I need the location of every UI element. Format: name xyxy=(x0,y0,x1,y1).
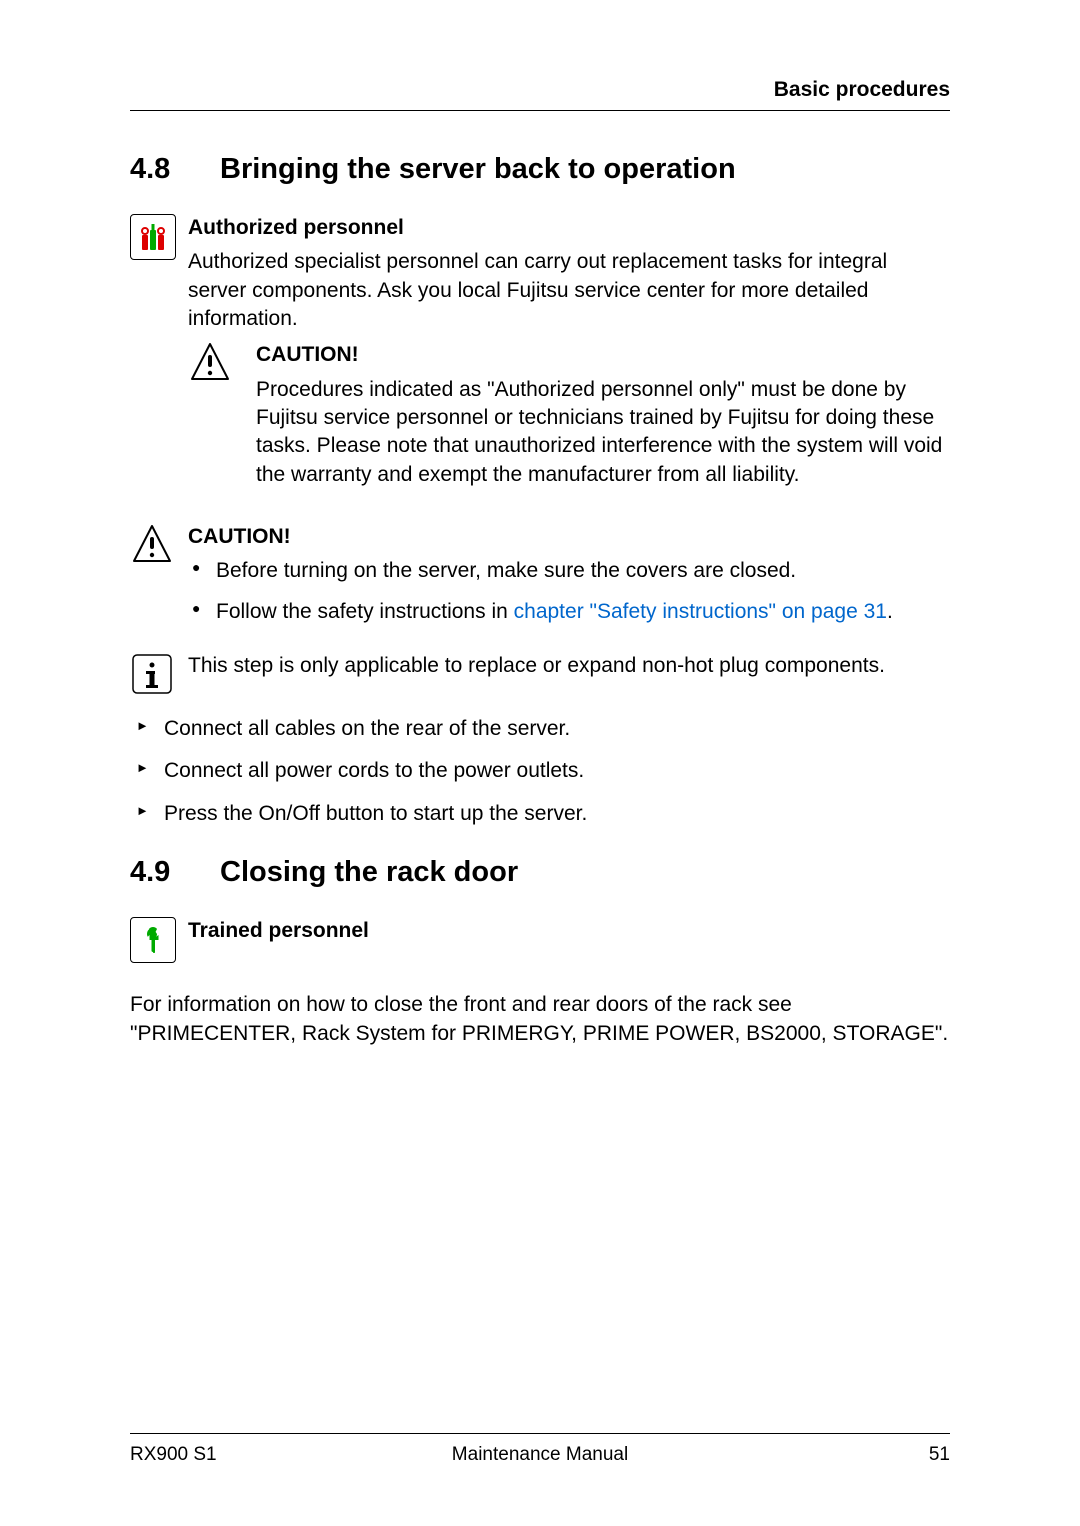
section-4-9-title: Closing the rack door xyxy=(220,856,518,889)
section-4-8-title: Bringing the server back to operation xyxy=(220,153,736,186)
caution2-item-1: Before turning on the server, make sure … xyxy=(188,557,950,585)
caution-icon xyxy=(130,523,174,565)
section-4-9-number: 4.9 xyxy=(130,856,220,889)
footer-left: RX900 S1 xyxy=(130,1444,403,1466)
info-icon xyxy=(130,652,174,696)
section-4-9-heading: 4.9 Closing the rack door xyxy=(130,856,950,889)
authorized-text: Authorized specialist personnel can carr… xyxy=(188,248,950,333)
step-1: Connect all cables on the rear of the se… xyxy=(130,715,950,743)
footer-page-number: 51 xyxy=(677,1444,950,1466)
step-list: Connect all cables on the rear of the se… xyxy=(130,715,950,828)
wrench-icon xyxy=(130,917,176,963)
caution2-item-2: Follow the safety instructions in chapte… xyxy=(188,598,950,626)
caution-icon xyxy=(188,341,232,383)
page-footer: RX900 S1 Maintenance Manual 51 xyxy=(130,1433,950,1466)
caution1-text: Procedures indicated as "Authorized pers… xyxy=(256,376,950,489)
header-title: Basic procedures xyxy=(774,78,950,101)
info-text: This step is only applicable to replace … xyxy=(188,652,950,680)
page-content: 4.8 Bringing the server back to operatio… xyxy=(130,111,950,1433)
info-block: This step is only applicable to replace … xyxy=(130,652,950,701)
footer-center: Maintenance Manual xyxy=(403,1444,676,1466)
section-4-8-heading: 4.8 Bringing the server back to operatio… xyxy=(130,153,950,186)
safety-instructions-link[interactable]: chapter "Safety instructions" on page 31 xyxy=(514,600,887,623)
section-4-8-number: 4.8 xyxy=(130,153,220,186)
caution2-item-2-pre: Follow the safety instructions in xyxy=(216,600,514,623)
caution2-item-2-post: . xyxy=(887,600,893,623)
caution2-list: Before turning on the server, make sure … xyxy=(188,557,950,626)
caution2-label: CAUTION! xyxy=(188,523,950,551)
nested-caution-block: CAUTION! Procedures indicated as "Author… xyxy=(188,341,950,497)
step-2: Connect all power cords to the power out… xyxy=(130,757,950,785)
caution2-block: CAUTION! Before turning on the server, m… xyxy=(130,523,950,638)
trained-heading: Trained personnel xyxy=(188,917,950,945)
page-header: Basic procedures xyxy=(130,78,950,111)
step-3: Press the On/Off button to start up the … xyxy=(130,800,950,828)
trained-personnel-block: Trained personnel xyxy=(130,917,950,963)
authorized-heading: Authorized personnel xyxy=(188,214,950,242)
caution1-label: CAUTION! xyxy=(256,341,950,369)
section-4-9-text: For information on how to close the fron… xyxy=(130,991,950,1048)
authorized-personnel-block: Authorized personnel Authorized speciali… xyxy=(130,214,950,509)
tools-icon xyxy=(130,214,176,260)
